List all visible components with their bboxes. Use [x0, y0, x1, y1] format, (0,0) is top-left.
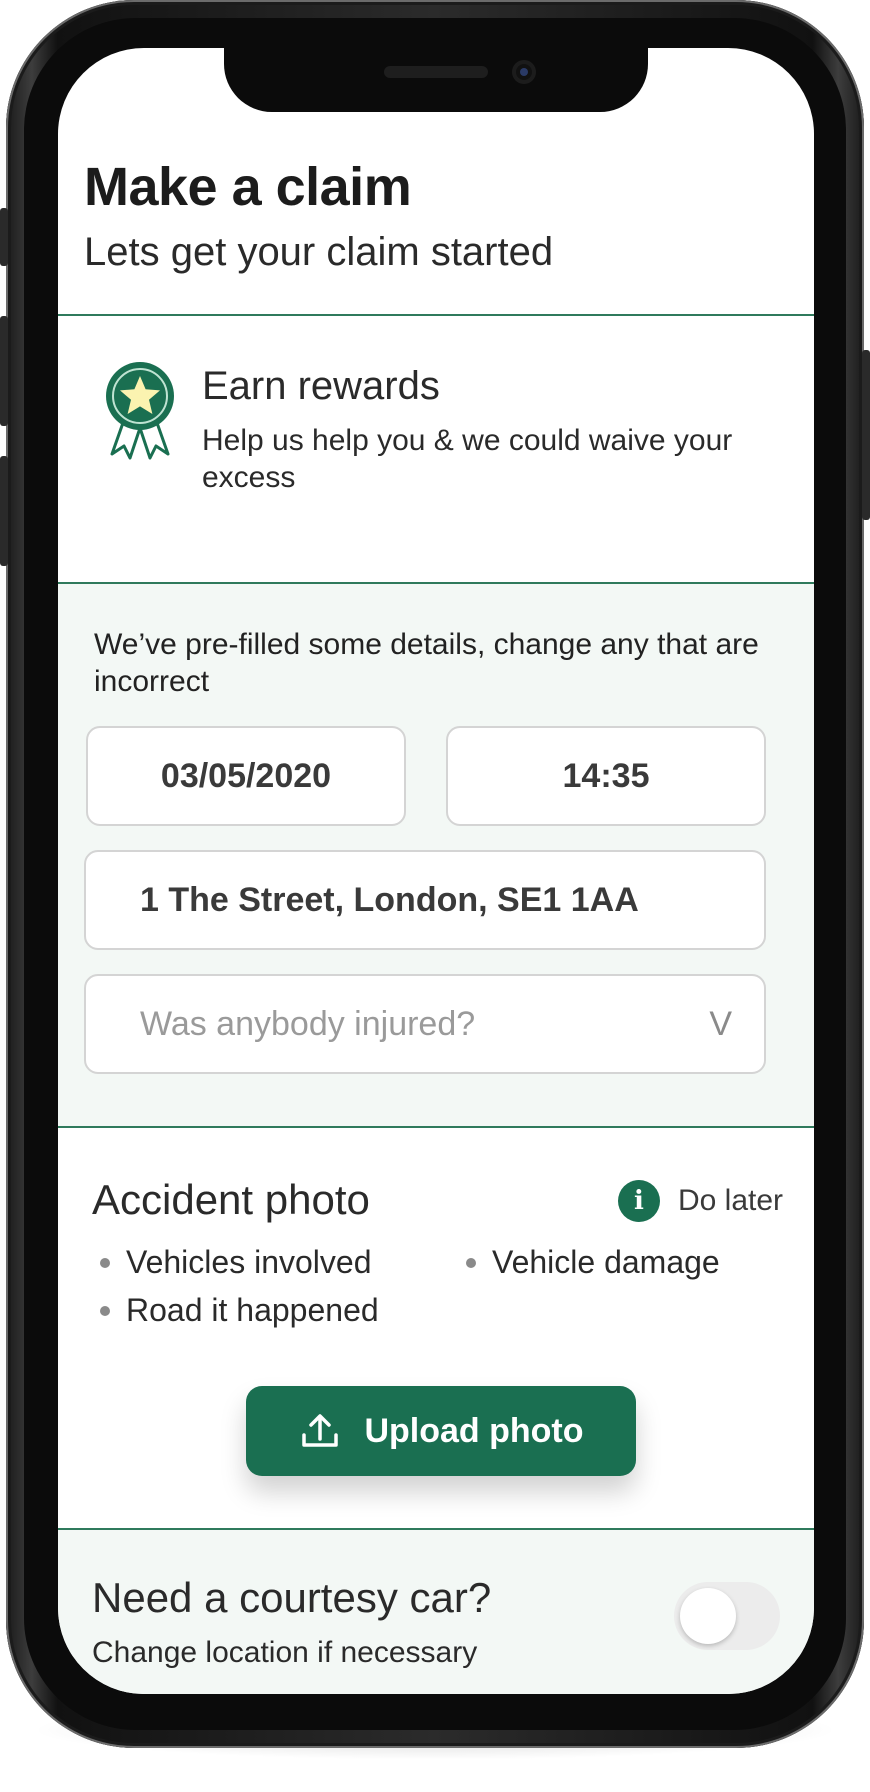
courtesy-car-toggle[interactable] — [674, 1582, 780, 1650]
mute-switch — [0, 208, 8, 266]
upload-icon — [302, 1414, 339, 1447]
prefill-note: We’ve pre-filled some details, change an… — [94, 628, 759, 698]
bullet-icon — [100, 1257, 110, 1268]
injured-select[interactable]: Was anybody injured? V — [84, 974, 766, 1074]
accident-photo-section: Accident photo i Do later Vehicles invol… — [58, 1128, 814, 1528]
upload-photo-button[interactable]: Upload photo — [246, 1386, 636, 1476]
divider — [58, 314, 814, 316]
front-camera — [512, 60, 536, 84]
accident-photo-title: Accident photo — [92, 1176, 370, 1223]
do-later-label: Do later — [678, 1184, 784, 1217]
prefilled-details-section: We’ve pre-filled some details, change an… — [58, 584, 814, 1126]
chevron-down-icon: V — [709, 1004, 732, 1043]
upload-photo-label: Upload photo — [364, 1411, 584, 1450]
page-title: Make a claim — [84, 157, 412, 217]
list-item-label: Vehicles involved — [126, 1244, 372, 1280]
power-button — [862, 350, 870, 520]
address-field[interactable]: 1 The Street, London, SE1 1AA — [84, 850, 766, 950]
list-item: Vehicles involved — [100, 1244, 371, 1281]
bullet-icon — [100, 1305, 110, 1316]
toggle-knob — [680, 1588, 736, 1644]
date-field[interactable]: 03/05/2020 — [86, 726, 406, 826]
list-item: Vehicle damage — [466, 1244, 720, 1281]
list-item-label: Vehicle damage — [492, 1244, 720, 1280]
phone-notch — [224, 48, 648, 112]
bullet-icon — [466, 1257, 476, 1268]
phone-screen: Make a claim Lets get your claim started… — [58, 48, 814, 1694]
rewards-text: Help us help you & we could waive your e… — [202, 424, 733, 494]
courtesy-car-title: Need a courtesy car? — [92, 1574, 492, 1621]
page-subtitle: Lets get your claim started — [84, 230, 554, 274]
rewards-banner[interactable]: Earn rewards Help us help you & we could… — [58, 318, 814, 582]
volume-up-button — [0, 316, 8, 426]
courtesy-car-section: Need a courtesy car? Change location if … — [58, 1530, 814, 1694]
award-ribbon-star-icon — [106, 362, 174, 460]
time-field[interactable]: 14:35 — [446, 726, 766, 826]
list-item: Road it happened — [100, 1292, 379, 1329]
injured-select-placeholder: Was anybody injured? — [140, 1004, 476, 1043]
info-icon: i — [618, 1180, 660, 1222]
courtesy-car-subtitle: Change location if necessary — [92, 1636, 478, 1669]
rewards-title: Earn rewards — [202, 364, 440, 408]
do-later-link[interactable]: i Do later — [618, 1180, 783, 1222]
volume-down-button — [0, 456, 8, 566]
list-item-label: Road it happened — [126, 1292, 379, 1328]
speaker-grille — [384, 66, 488, 78]
